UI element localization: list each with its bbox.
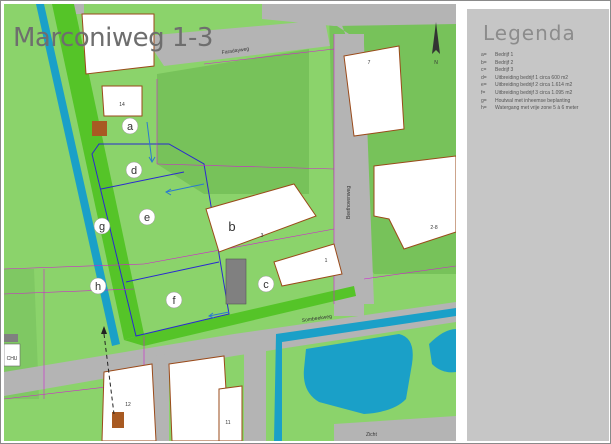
legend-item: b= Bedrijf 2 — [481, 59, 514, 66]
legend-item: d= Uitbreiding bedrijf 1 circa 600 m2 — [481, 74, 569, 81]
house-number-2-8: 2-8 — [430, 225, 437, 231]
street-beethovenweg: Beethovenweg — [346, 186, 352, 219]
parcel-field — [157, 49, 309, 194]
shed — [225, 258, 247, 305]
legend-item: f= Uitbreiding bedrijf 3 circa 1.095 m2 — [481, 89, 573, 96]
legend-item: e= Uitbreiding bedrijf 2 circa 1.614 m2 — [481, 82, 573, 89]
legend-title: Legenda — [483, 21, 576, 45]
north-label: N — [434, 60, 438, 66]
zone-label-h[interactable]: h — [95, 281, 101, 293]
house-number-11: 11 — [225, 420, 230, 426]
legend-panel: Legenda a= Bedrijf 1 b= Bedrijf 2 c= Bedrij… — [467, 9, 609, 441]
zone-label-e[interactable]: e — [144, 212, 150, 224]
edge-label: CHU — [7, 356, 18, 362]
annex — [112, 412, 124, 428]
edge-building — [4, 343, 21, 367]
building-7 — [343, 45, 405, 137]
house-number-7: 7 — [368, 60, 371, 66]
zone-label-b[interactable]: b — [228, 219, 235, 234]
edge-building — [4, 334, 18, 342]
zoning-map[interactable]: N a b c d e f g h Faradayweg Beethovenwe… — [4, 4, 456, 441]
zone-label-g[interactable]: g — [99, 221, 105, 233]
legend-item: g= Houtwal met inheemse beplanting — [481, 97, 571, 104]
house-number-1: 1 — [325, 258, 328, 264]
legend-list: a= Bedrijf 1 b= Bedrijf 2 c= Bedrijf 3 d= Ui… — [481, 52, 578, 113]
house-number-12: 12 — [125, 402, 131, 408]
legend-item: h= Watergang met vrije zone 5 à 6 meter — [481, 105, 579, 112]
building-11 — [218, 385, 243, 441]
map-title: Marconiweg 1-3 — [13, 23, 213, 53]
legend-item: c= Bedrijf 3 — [481, 67, 514, 74]
road-segment — [244, 346, 266, 441]
street-zicht: Zicht — [366, 432, 377, 438]
building-14 — [101, 85, 143, 117]
legend-item: a= Bedrijf 1 — [481, 52, 514, 58]
zone-label-d[interactable]: d — [131, 165, 137, 177]
annex — [92, 121, 107, 136]
map-canvas: N a b c d e f g h Faradayweg Beethovenwe… — [4, 4, 456, 441]
map-frame: N a b c d e f g h Faradayweg Beethovenwe… — [0, 0, 611, 444]
zone-label-a[interactable]: a — [127, 121, 134, 133]
house-number-14: 14 — [119, 102, 125, 108]
house-number-3: 3 — [261, 233, 264, 239]
zone-label-c[interactable]: c — [263, 279, 269, 291]
